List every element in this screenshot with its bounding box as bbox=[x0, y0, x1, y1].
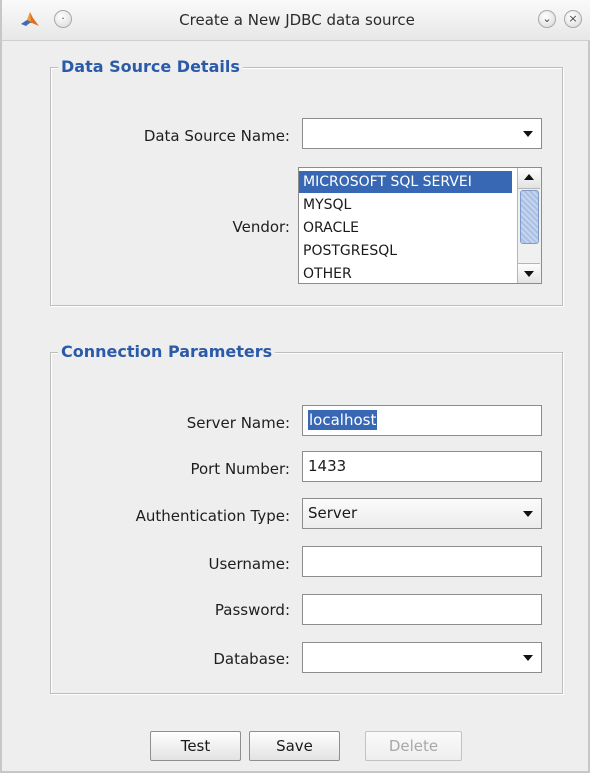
window-menu-button[interactable]: · bbox=[54, 10, 72, 28]
vendor-option[interactable]: OTHER bbox=[299, 263, 512, 283]
circle-icon: · bbox=[61, 12, 65, 25]
data-source-name-combo[interactable] bbox=[302, 118, 542, 149]
delete-button[interactable]: Delete bbox=[365, 731, 462, 761]
database-combo[interactable] bbox=[302, 642, 542, 673]
port-number-field[interactable]: 1433 bbox=[302, 451, 542, 482]
password-field[interactable] bbox=[302, 594, 542, 625]
password-label: Password: bbox=[214, 601, 290, 619]
vendor-option[interactable]: MYSQL bbox=[299, 194, 512, 216]
chevron-down-icon bbox=[523, 131, 533, 137]
scroll-thumb[interactable] bbox=[520, 190, 539, 244]
save-button[interactable]: Save bbox=[249, 731, 340, 761]
authentication-type-value: Server bbox=[308, 504, 358, 522]
minimize-button[interactable]: ⌄ bbox=[538, 10, 556, 28]
vendor-listbox[interactable]: MICROSOFT SQL SERVEI MYSQL ORACLE POSTGR… bbox=[298, 167, 542, 284]
close-icon: × bbox=[568, 12, 578, 25]
server-name-value: localhost bbox=[308, 410, 378, 430]
data-source-details-title: Data Source Details bbox=[58, 57, 243, 76]
vendor-option[interactable]: MICROSOFT SQL SERVEI bbox=[299, 171, 512, 193]
matlab-icon bbox=[21, 12, 39, 26]
close-button[interactable]: × bbox=[564, 10, 582, 28]
vendor-label: Vendor: bbox=[232, 218, 291, 236]
server-name-field[interactable]: localhost bbox=[302, 405, 542, 436]
database-label: Database: bbox=[213, 650, 290, 668]
chevron-down-icon bbox=[523, 511, 533, 517]
dialog-window: Create a New JDBC data source · ⌄ × Data… bbox=[0, 0, 590, 773]
arrow-down-icon bbox=[524, 271, 534, 277]
data-source-name-label: Data Source Name: bbox=[143, 127, 290, 145]
username-field[interactable] bbox=[302, 546, 542, 577]
chevron-down-icon bbox=[523, 655, 533, 661]
server-name-label: Server Name: bbox=[186, 414, 290, 432]
authentication-type-label: Authentication Type: bbox=[135, 507, 290, 525]
scroll-down-button[interactable] bbox=[518, 263, 540, 283]
chevron-down-icon: ⌄ bbox=[542, 12, 552, 25]
vendor-option[interactable]: ORACLE bbox=[299, 217, 512, 239]
scroll-up-button[interactable] bbox=[518, 168, 540, 189]
port-number-label: Port Number: bbox=[190, 460, 290, 478]
username-label: Username: bbox=[208, 555, 290, 573]
title-bar: Create a New JDBC data source · ⌄ × bbox=[2, 0, 590, 41]
connection-parameters-title: Connection Parameters bbox=[58, 342, 276, 361]
vendor-option[interactable]: POSTGRESQL bbox=[299, 240, 512, 262]
test-button[interactable]: Test bbox=[150, 731, 241, 761]
authentication-type-select[interactable]: Server bbox=[302, 498, 542, 529]
window-title: Create a New JDBC data source bbox=[179, 11, 415, 29]
arrow-up-icon bbox=[524, 174, 534, 180]
vendor-scrollbar[interactable] bbox=[517, 168, 541, 283]
